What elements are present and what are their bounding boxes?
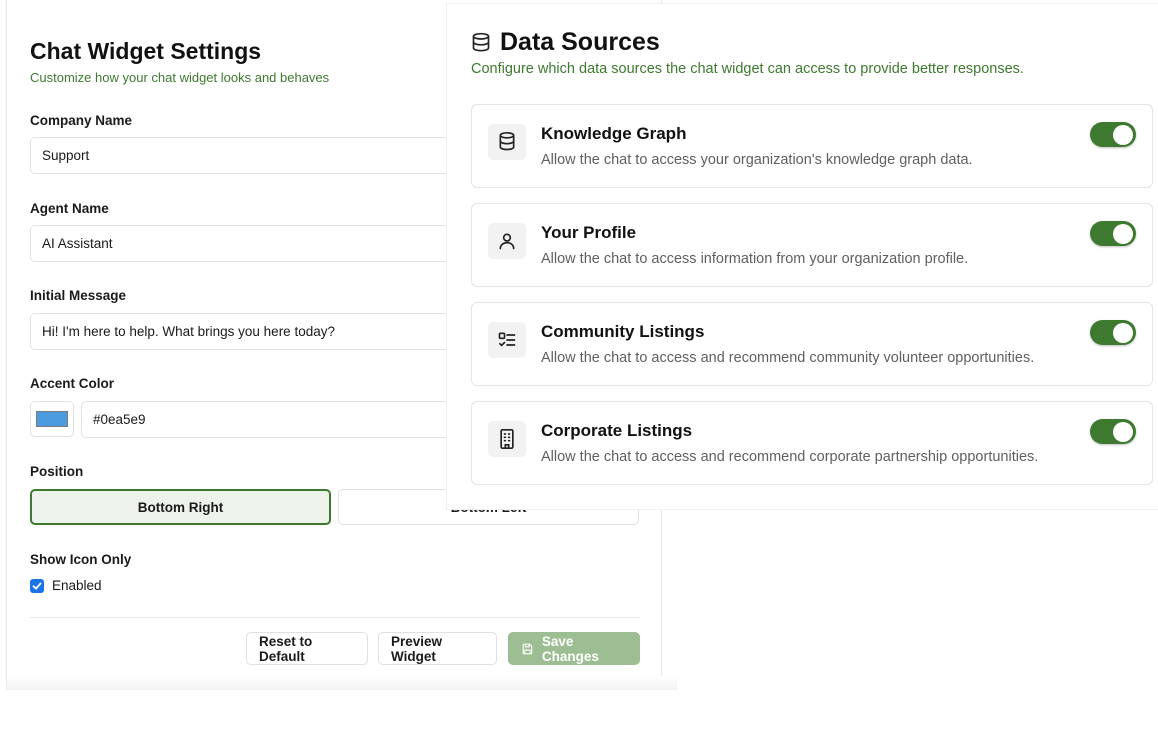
agent-name-label: Agent Name	[30, 201, 109, 216]
toggle-knob	[1113, 421, 1133, 442]
show-icon-only-label: Show Icon Only	[30, 552, 132, 567]
save-changes-label: Save Changes	[541, 633, 599, 664]
corporate-listings-toggle[interactable]	[1090, 419, 1136, 444]
accent-color-swatch	[36, 411, 68, 427]
save-changes-button[interactable]: Save Changes	[508, 632, 640, 665]
position-label: Position	[30, 464, 84, 479]
accent-color-picker[interactable]	[30, 401, 74, 437]
your-profile-toggle[interactable]	[1090, 221, 1136, 246]
data-source-name: Your Profile	[541, 223, 637, 242]
actions-divider	[30, 617, 640, 618]
database-icon	[499, 131, 515, 151]
data-source-name: Community Listings	[541, 322, 705, 341]
toggle-knob	[1113, 124, 1133, 145]
list-checks-icon	[498, 332, 516, 347]
data-source-card-community-listings: Community Listings Allow the chat to acc…	[471, 302, 1153, 386]
position-bottom-right-button[interactable]: Bottom Right	[30, 489, 331, 525]
toggle-knob	[1113, 322, 1133, 343]
data-source-card-corporate-listings: Corporate Listings Allow the chat to acc…	[471, 401, 1153, 485]
data-sources-panel: Data Sources Configure which data source…	[446, 3, 1158, 510]
enabled-checkbox-label: Enabled	[52, 578, 102, 593]
data-sources-subtitle: Configure which data sources the chat wi…	[471, 61, 1024, 77]
database-icon	[472, 32, 490, 52]
data-sources-title: Data Sources	[500, 28, 660, 56]
community-listings-toggle[interactable]	[1090, 320, 1136, 345]
reset-to-default-button[interactable]: Reset to Default	[246, 632, 368, 665]
data-source-name: Corporate Listings	[541, 421, 693, 440]
accent-color-label: Accent Color	[30, 376, 115, 391]
knowledge-graph-toggle[interactable]	[1090, 122, 1136, 147]
initial-message-label: Initial Message	[30, 288, 127, 303]
data-sources-header: Data Sources	[471, 28, 660, 57]
toggle-knob	[1113, 223, 1133, 244]
building-icon	[500, 429, 514, 449]
data-source-name: Knowledge Graph	[541, 124, 687, 143]
data-source-description: Allow the chat to access your organizati…	[541, 152, 973, 168]
data-source-card-knowledge-graph: Knowledge Graph Allow the chat to access…	[471, 104, 1153, 188]
show-icon-only-row: Enabled	[30, 578, 102, 593]
enabled-checkbox[interactable]	[30, 578, 44, 593]
data-source-description: Allow the chat to access and recommend c…	[541, 449, 1039, 465]
check-icon	[32, 582, 42, 589]
company-name-label: Company Name	[30, 113, 133, 128]
settings-subtitle: Customize how your chat widget looks and…	[30, 70, 330, 85]
user-icon	[499, 233, 515, 250]
save-icon	[522, 643, 533, 654]
data-source-description: Allow the chat to access and recommend c…	[541, 350, 1035, 366]
preview-widget-button[interactable]: Preview Widget	[378, 632, 497, 665]
settings-title: Chat Widget Settings	[30, 38, 262, 64]
data-source-card-your-profile: Your Profile Allow the chat to access in…	[471, 203, 1153, 287]
data-source-description: Allow the chat to access information fro…	[541, 251, 969, 267]
